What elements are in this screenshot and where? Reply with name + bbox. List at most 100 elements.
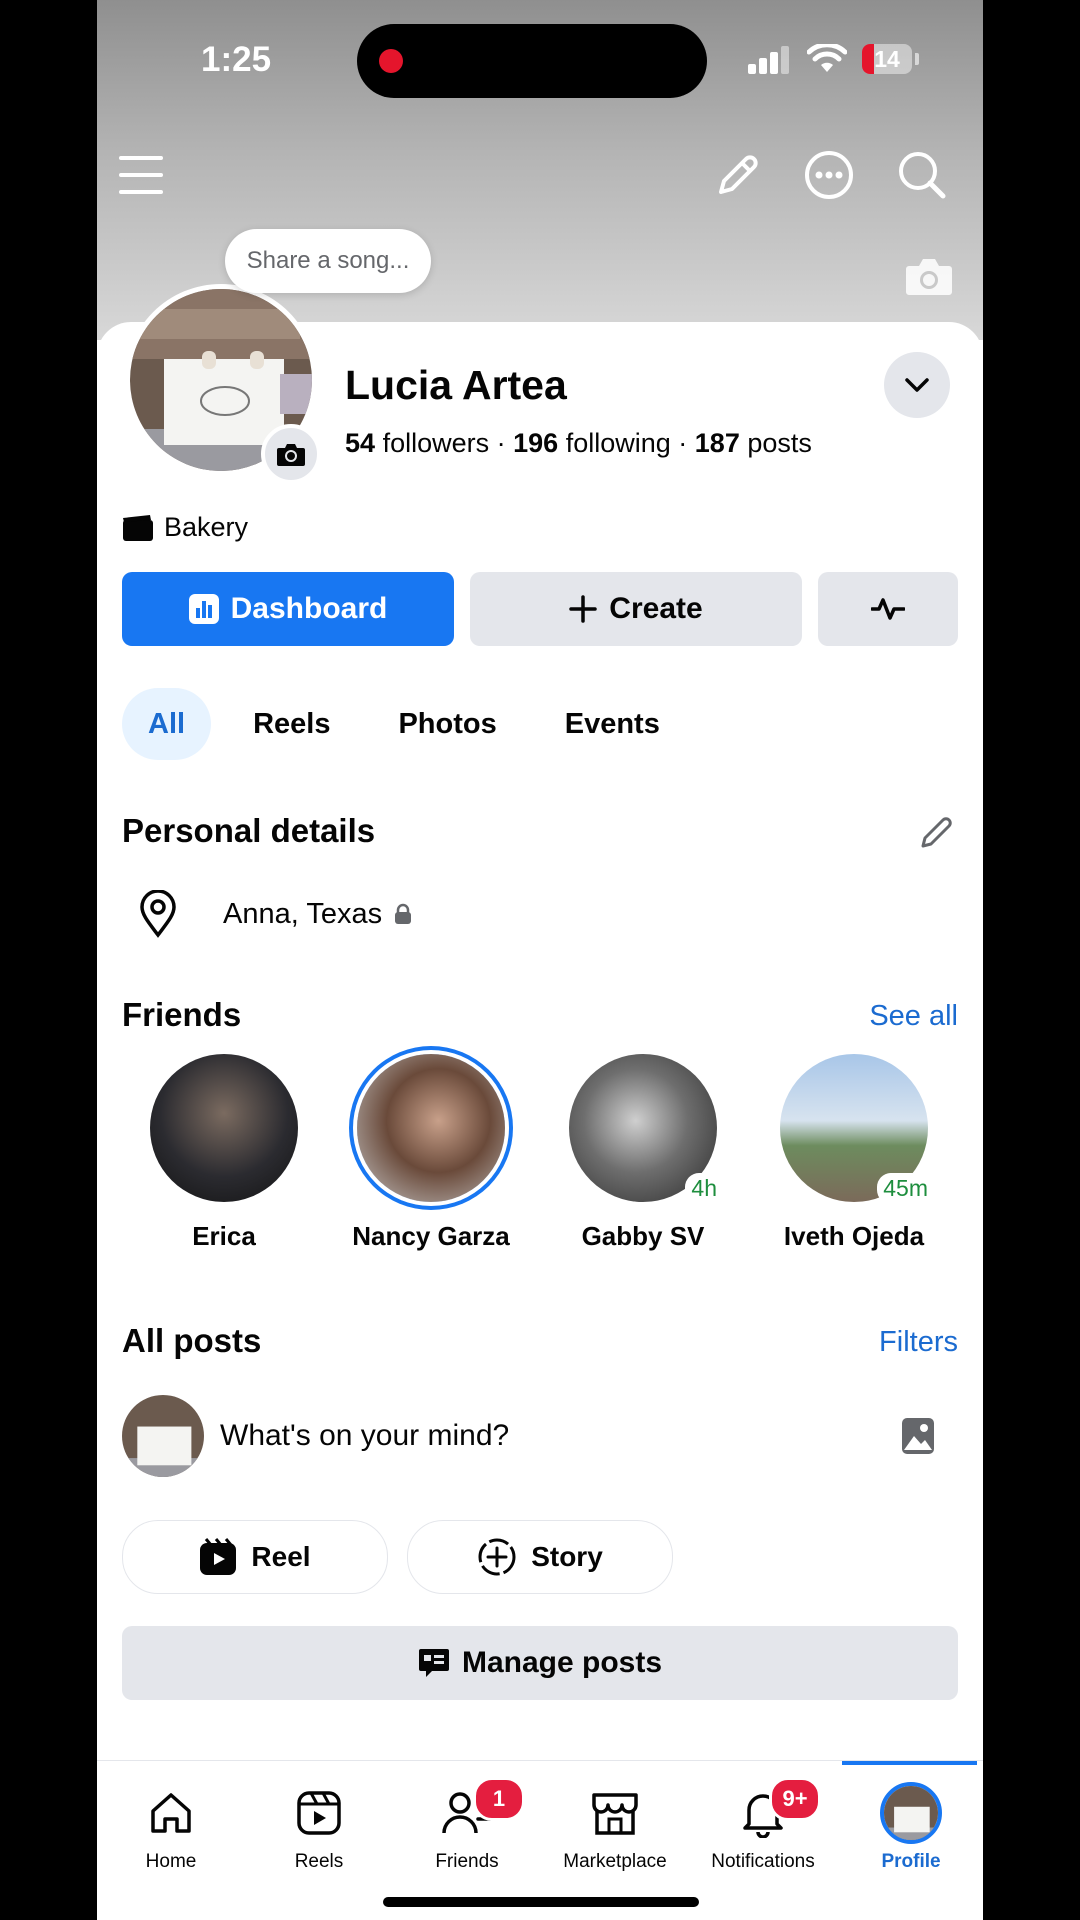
camera-icon[interactable] [905,256,953,296]
friend-card[interactable]: 4h Gabby SV [558,1054,728,1252]
search-icon[interactable] [897,150,947,200]
manage-posts-label: Manage posts [461,1646,663,1679]
friend-photo [150,1054,298,1202]
nav-active-indicator [842,1761,977,1765]
manage-posts-button[interactable]: Manage posts [122,1626,958,1700]
plus-icon [569,595,598,623]
camera-icon [277,444,305,466]
nav-profile[interactable]: Profile [837,1781,983,1873]
followers-count[interactable]: 54 [345,428,375,458]
friend-photo [357,1054,505,1202]
friend-name: Erica [192,1221,256,1251]
nav-reels[interactable]: Reels [245,1781,393,1873]
tab-events[interactable]: Events [539,688,686,760]
wifi-icon [807,44,847,72]
tab-photos[interactable]: Photos [372,688,522,760]
lock-icon [395,903,412,924]
friends-badge: 1 [473,1777,525,1821]
posts-count: 187 [694,428,740,458]
friend-card[interactable]: Erica [139,1054,309,1252]
location-text: Anna, Texas [223,897,383,930]
content-tabs: All Reels Photos Events [122,688,702,760]
home-icon [151,1793,191,1833]
share-song-bubble[interactable]: Share a song... [225,229,431,293]
friend-photo: 4h [569,1054,723,1204]
nav-friends[interactable]: 1 Friends [393,1777,541,1873]
dashboard-label: Dashboard [230,592,388,625]
posts-label: posts [747,428,812,458]
dashboard-button[interactable]: Dashboard [122,572,454,646]
composer-avatar [122,1395,204,1477]
story-button[interactable]: Story [407,1520,673,1594]
friend-card[interactable]: 45m Iveth Ojeda [769,1054,939,1252]
notifications-badge: 9+ [769,1777,821,1821]
clapperboard-icon [123,514,153,541]
followers-label[interactable]: followers [383,428,490,458]
signal-icon [748,46,789,74]
reels-icon [200,1538,237,1575]
tab-all[interactable]: All [122,688,212,760]
nav-marketplace-label: Marketplace [563,1851,667,1872]
friend-active-time: 4h [685,1173,723,1204]
nav-reels-label: Reels [294,1851,344,1872]
bottom-nav: Home Reels 1 Friends Marketplace 9+ Noti… [97,1760,983,1920]
home-indicator [383,1897,699,1907]
category-label: Bakery [164,512,249,542]
chevron-down-icon [905,378,929,392]
bar-chart-icon [188,594,219,624]
hamburger-menu-icon[interactable] [119,156,163,194]
filters-link[interactable]: Filters [879,1326,958,1359]
post-composer[interactable]: What's on your mind? [122,1394,958,1478]
marketplace-icon [592,1793,638,1835]
manage-posts-icon [418,1649,449,1677]
activity-button[interactable] [818,572,958,646]
profile-dropdown-button[interactable] [884,352,950,418]
avatar-camera-button[interactable] [261,424,321,484]
nav-notifications[interactable]: 9+ Notifications [689,1777,837,1873]
story-label: Story [531,1541,603,1572]
location-pin-icon [140,890,176,938]
activity-pulse-icon [871,598,905,620]
pencil-icon[interactable] [715,152,761,198]
friend-photo: 45m [780,1054,934,1204]
friend-card[interactable]: Nancy Garza [346,1054,516,1252]
tab-reels[interactable]: Reels [227,688,356,760]
reels-icon [297,1791,341,1835]
all-posts-title: All posts [122,1322,262,1359]
battery-level: 14 [874,46,900,72]
add-story-icon [478,1538,516,1576]
battery-icon: 14 [862,44,912,74]
personal-details-title: Personal details [122,812,376,849]
create-label: Create [609,592,703,625]
more-dots-icon[interactable] [804,150,854,200]
profile-name: Lucia Artea [345,362,567,408]
category: Bakery [122,512,248,543]
create-button[interactable]: Create [470,572,802,646]
friend-name: Gabby SV [581,1221,705,1251]
nav-home-label: Home [145,1851,197,1872]
reel-label: Reel [251,1541,311,1572]
see-all-friends-link[interactable]: See all [869,1000,958,1033]
friends-title: Friends [122,996,242,1033]
friend-active-time: 45m [877,1173,934,1204]
share-song-label: Share a song... [246,247,410,274]
nav-friends-label: Friends [435,1851,499,1872]
status-bar: 1:25 14 [97,0,983,120]
nav-profile-label: Profile [881,1851,941,1872]
profile-stats: 54 followers · 196 following · 187 posts [345,428,812,458]
following-label[interactable]: following [566,428,671,458]
following-count[interactable]: 196 [513,428,558,458]
friend-name: Iveth Ojeda [783,1221,925,1251]
friend-name: Nancy Garza [352,1221,510,1251]
dynamic-island [357,24,707,98]
photo-icon[interactable] [900,1416,936,1456]
nav-home[interactable]: Home [97,1781,245,1873]
profile-avatar [880,1782,942,1844]
profile-screen: 1:25 14 Share a song... Lucia Artea 54 f… [97,0,983,1920]
nav-marketplace[interactable]: Marketplace [541,1781,689,1873]
composer-placeholder: What's on your mind? [220,1419,510,1452]
recording-dot [379,49,403,73]
location-row: Anna, Texas [139,890,412,938]
reel-button[interactable]: Reel [122,1520,388,1594]
pencil-icon[interactable] [919,814,955,850]
